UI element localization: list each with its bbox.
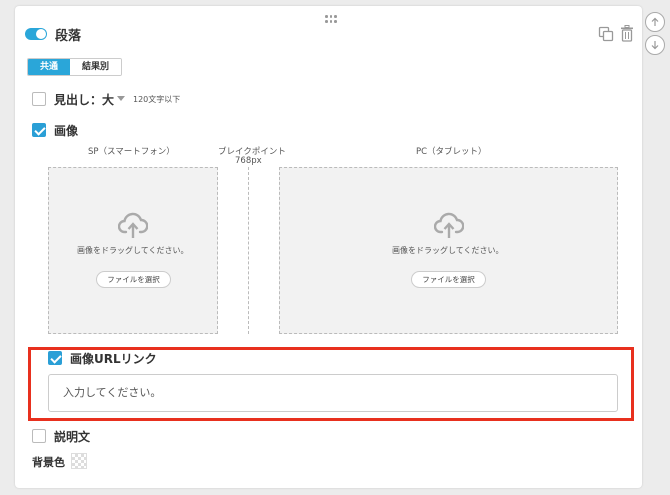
pc-column-label: PC（タブレット） xyxy=(416,147,487,157)
block-enable-toggle[interactable] xyxy=(25,28,47,40)
sp-drop-text: 画像をドラッグしてください。 xyxy=(77,246,189,255)
heading-checkbox[interactable] xyxy=(32,92,46,106)
heading-label: 見出し：大 xyxy=(54,93,115,107)
cloud-upload-icon xyxy=(118,212,148,238)
description-checkbox[interactable] xyxy=(32,429,46,443)
arrow-up-icon xyxy=(651,17,659,26)
tab-common[interactable]: 共通 xyxy=(28,59,71,75)
image-checkbox[interactable] xyxy=(32,123,46,137)
image-url-link-label: 画像URLリンク xyxy=(70,352,157,366)
copy-icon[interactable] xyxy=(598,26,614,42)
tab-group: 共通 結果別 xyxy=(27,58,123,76)
heading-hint: 120文字以下 xyxy=(133,95,181,104)
image-label: 画像 xyxy=(54,124,79,138)
arrow-down-icon xyxy=(651,41,659,50)
description-label: 説明文 xyxy=(54,430,91,444)
sp-file-select-button[interactable]: ファイルを選択 xyxy=(96,271,171,288)
breakpoint-divider xyxy=(248,167,249,334)
tab-by-result[interactable]: 結果別 xyxy=(70,59,122,75)
breakpoint-value: 768px xyxy=(235,156,262,166)
background-color-swatch[interactable] xyxy=(71,453,87,469)
pc-file-select-button[interactable]: ファイルを選択 xyxy=(411,271,486,288)
sp-column-label: SP（スマートフォン） xyxy=(88,147,175,157)
cloud-upload-icon xyxy=(434,212,464,238)
trash-icon[interactable] xyxy=(620,25,634,42)
image-url-link-checkbox[interactable] xyxy=(48,351,62,365)
move-up-button[interactable] xyxy=(645,12,665,32)
block-title: 段落 xyxy=(55,29,82,44)
pc-drop-text: 画像をドラッグしてください。 xyxy=(392,246,504,255)
image-url-input[interactable]: 入力してください。 xyxy=(48,374,618,412)
drag-handle-icon[interactable] xyxy=(325,15,337,25)
background-color-label: 背景色 xyxy=(32,456,65,469)
move-down-button[interactable] xyxy=(645,35,665,55)
heading-size-dropdown-icon[interactable] xyxy=(117,96,125,101)
